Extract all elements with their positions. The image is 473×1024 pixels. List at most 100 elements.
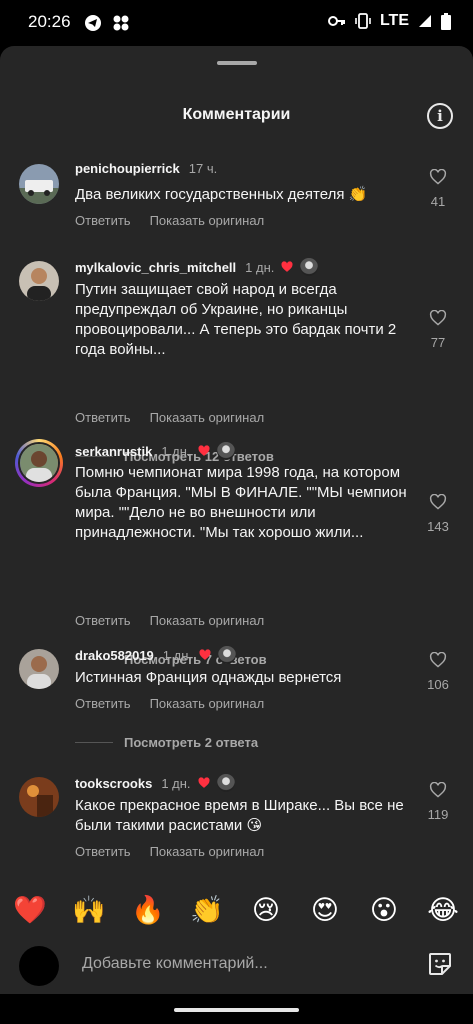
battery-icon bbox=[441, 12, 451, 30]
creator-liked-heart-icon bbox=[197, 777, 210, 788]
reply-button[interactable]: Ответить bbox=[75, 410, 131, 425]
home-gesture-handle[interactable] bbox=[174, 1008, 299, 1012]
warm-tone-avatar-image bbox=[19, 777, 59, 817]
creator-liked-heart-icon bbox=[198, 445, 210, 456]
reaction-heart-button[interactable]: ❤️ bbox=[12, 892, 48, 928]
avatar[interactable] bbox=[19, 777, 59, 817]
network-type: LTE bbox=[379, 12, 409, 29]
reaction-heart-eyes-button[interactable]: 😍 bbox=[307, 892, 343, 928]
like-count: 41 bbox=[430, 194, 446, 209]
vibrate-icon bbox=[355, 13, 371, 29]
reply-button[interactable]: Ответить bbox=[75, 844, 131, 859]
reaction-clap-button[interactable]: 👏 bbox=[189, 892, 225, 928]
comment-username[interactable]: penichoupierrick bbox=[75, 161, 180, 176]
info-icon[interactable]: i bbox=[427, 103, 453, 129]
comment-actions: Ответить Показать оригинал bbox=[75, 410, 264, 425]
comment-username[interactable]: serkanrustik bbox=[75, 444, 152, 459]
like-control[interactable]: 77 bbox=[424, 309, 452, 350]
system-nav-bar bbox=[0, 994, 473, 1024]
comment-text: Два великих государственных деятеля 👏 bbox=[75, 186, 368, 203]
quick-reactions-bar: ❤️ 🙌 🔥 👏 😢 😍 😮 😂 bbox=[0, 892, 473, 928]
reaction-surprised-button[interactable]: 😮 bbox=[366, 892, 402, 928]
like-control[interactable]: 143 bbox=[424, 493, 452, 534]
my-avatar bbox=[19, 946, 59, 986]
comment-header: serkanrustik 1 дн. bbox=[75, 442, 235, 460]
show-original-button[interactable]: Показать оригинал bbox=[150, 613, 265, 628]
heart-outline-icon[interactable] bbox=[429, 651, 447, 668]
sticker-icon[interactable] bbox=[427, 951, 453, 977]
man-avatar-image bbox=[19, 649, 59, 689]
reply-button[interactable]: Ответить bbox=[75, 613, 131, 628]
creator-liked-heart-icon bbox=[281, 261, 293, 272]
sheet-drag-handle[interactable] bbox=[217, 61, 257, 65]
comment-text: Помню чемпионат мира 1998 года, на котор… bbox=[75, 464, 407, 541]
comment-time: 1 дн. bbox=[161, 443, 191, 459]
avatar[interactable] bbox=[19, 261, 59, 301]
status-bar: 20:26 LTE bbox=[0, 0, 473, 46]
show-original-button[interactable]: Показать оригинал bbox=[150, 213, 265, 228]
like-count: 119 bbox=[427, 807, 449, 822]
creator-avatar-icon bbox=[300, 258, 319, 276]
comment-composer: Добавьте комментарий... bbox=[0, 942, 473, 994]
comment-time: 17 ч. bbox=[188, 161, 218, 176]
like-control[interactable]: 106 bbox=[424, 651, 452, 692]
car-avatar-image bbox=[19, 164, 59, 204]
signal-icon bbox=[419, 15, 431, 27]
comment-text: Какое прекрасное время в Шираке... Вы вс… bbox=[75, 797, 404, 834]
creator-avatar-icon bbox=[216, 442, 235, 460]
comment-header: mylkalovic_chris_mitchell 1 дн. bbox=[75, 258, 319, 276]
heart-outline-icon[interactable] bbox=[429, 168, 447, 185]
man-avatar-image bbox=[20, 444, 58, 482]
like-count: 106 bbox=[427, 677, 449, 692]
comment-actions: Ответить Показать оригинал bbox=[75, 213, 264, 228]
pinwheel-notification-icon bbox=[113, 15, 129, 31]
view-replies-label: Посмотреть 2 ответа bbox=[124, 735, 259, 750]
like-count: 77 bbox=[430, 335, 446, 350]
comments-sheet: Комментарии i penichoupierrick 17 ч. Два… bbox=[0, 46, 473, 994]
comment-header: tookscrooks 1 дн. bbox=[75, 774, 235, 792]
creator-avatar-icon bbox=[216, 774, 235, 792]
key-icon bbox=[327, 16, 345, 26]
comment-header: drako582019 1 дн. bbox=[75, 646, 236, 664]
comment-text: Истинная Франция однажды вернется bbox=[75, 669, 342, 686]
comment-actions: Ответить Показать оригинал bbox=[75, 613, 264, 628]
comment-input[interactable]: Добавьте комментарий... bbox=[82, 955, 268, 973]
show-original-button[interactable]: Показать оригинал bbox=[150, 696, 265, 711]
comment-text: Путин защищает свой народ и всегда преду… bbox=[75, 281, 397, 358]
comment-username[interactable]: drako582019 bbox=[75, 648, 154, 663]
comment-actions: Ответить Показать оригинал bbox=[75, 844, 264, 859]
comment-time: 1 дн. bbox=[162, 647, 192, 663]
reaction-laughing-button[interactable]: 😂 bbox=[425, 892, 461, 928]
status-time: 20:26 bbox=[28, 12, 71, 31]
creator-avatar-icon bbox=[218, 646, 236, 664]
reply-button[interactable]: Ответить bbox=[75, 696, 131, 711]
like-control[interactable]: 119 bbox=[424, 781, 452, 822]
view-replies-button[interactable]: Посмотреть 2 ответа bbox=[75, 735, 258, 750]
status-right-icons: LTE bbox=[327, 12, 451, 30]
comment-username[interactable]: tookscrooks bbox=[75, 776, 152, 791]
man-avatar-image bbox=[19, 261, 59, 301]
heart-outline-icon[interactable] bbox=[429, 493, 447, 510]
show-original-button[interactable]: Показать оригинал bbox=[150, 410, 265, 425]
reaction-fire-button[interactable]: 🔥 bbox=[130, 892, 166, 928]
like-control[interactable]: 41 bbox=[424, 168, 452, 209]
comment-time: 1 дн. bbox=[161, 775, 191, 791]
avatar bbox=[18, 442, 60, 484]
heart-outline-icon[interactable] bbox=[429, 309, 447, 326]
avatar[interactable] bbox=[19, 164, 59, 204]
comment-username[interactable]: mylkalovic_chris_mitchell bbox=[75, 260, 236, 275]
creator-liked-heart-icon bbox=[199, 649, 211, 660]
status-left-icons bbox=[84, 14, 130, 32]
divider-line bbox=[75, 742, 113, 743]
telegram-notification-icon bbox=[85, 15, 101, 31]
comment-time: 1 дн. bbox=[245, 259, 275, 275]
avatar-with-story-ring[interactable] bbox=[15, 439, 63, 487]
reaction-crying-button[interactable]: 😢 bbox=[248, 892, 284, 928]
reply-button[interactable]: Ответить bbox=[75, 213, 131, 228]
reaction-raised-hands-button[interactable]: 🙌 bbox=[71, 892, 107, 928]
comment-actions: Ответить Показать оригинал bbox=[75, 696, 264, 711]
like-count: 143 bbox=[427, 519, 449, 534]
show-original-button[interactable]: Показать оригинал bbox=[150, 844, 265, 859]
avatar[interactable] bbox=[19, 649, 59, 689]
heart-outline-icon[interactable] bbox=[429, 781, 447, 798]
